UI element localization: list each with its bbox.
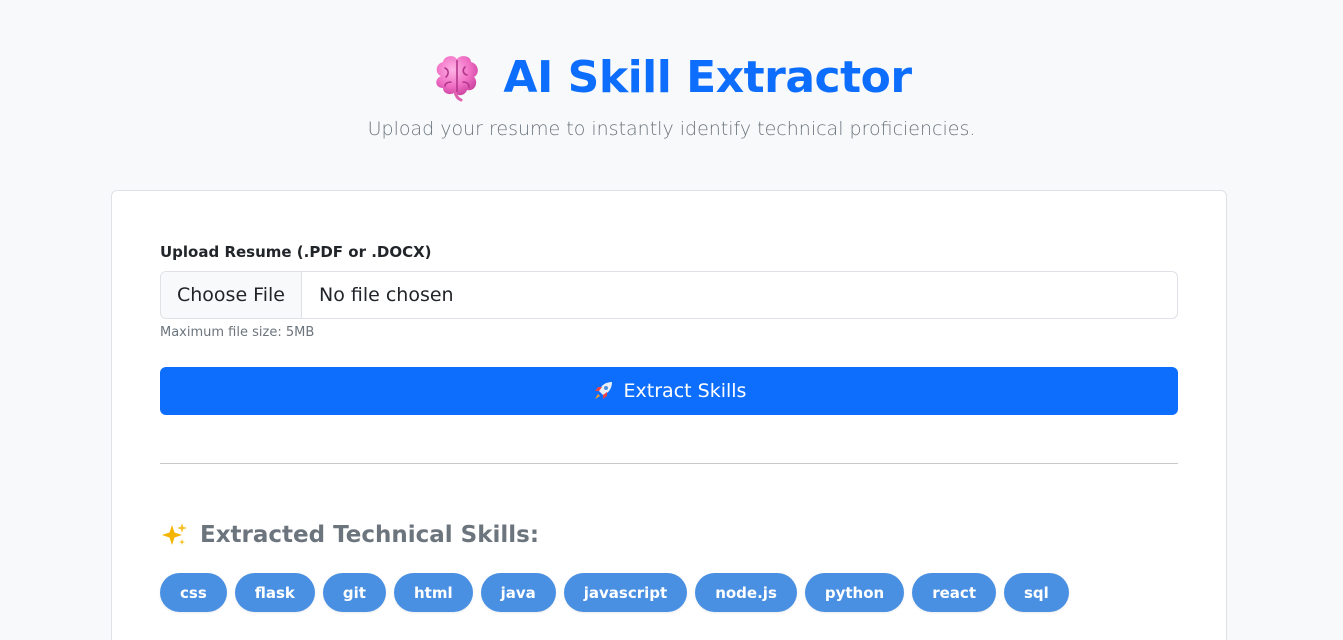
- skill-badge: python: [804, 573, 905, 612]
- page-header: AI Skill Extractor Upload your resume to…: [0, 46, 1343, 141]
- brain-icon: [431, 52, 483, 102]
- resume-file-input[interactable]: Choose File No file chosen: [160, 271, 1178, 319]
- file-status-text: No file chosen: [318, 284, 454, 306]
- skill-badge: css: [160, 573, 227, 612]
- skills-list: css flask git html java javascript node.…: [160, 573, 1069, 612]
- skill-badge: java: [480, 573, 556, 612]
- upload-card: Upload Resume (.PDF or .DOCX) Choose Fil…: [111, 190, 1227, 640]
- section-divider: [160, 463, 1178, 464]
- title-row: AI Skill Extractor: [0, 46, 1343, 108]
- skill-badge: react: [912, 573, 996, 612]
- sparkle-icon: [160, 521, 188, 549]
- extract-skills-label: Extract Skills: [623, 380, 747, 402]
- page-title: AI Skill Extractor: [503, 51, 912, 103]
- skill-badge: flask: [234, 573, 315, 612]
- choose-file-button[interactable]: Choose File: [161, 272, 302, 318]
- skill-badge: html: [393, 573, 473, 612]
- page-subtitle: Upload your resume to instantly identify…: [367, 118, 976, 140]
- extract-skills-button[interactable]: Extract Skills: [160, 367, 1178, 415]
- skill-badge: sql: [1004, 573, 1069, 612]
- rocket-icon: [592, 380, 614, 402]
- file-size-help: Maximum file size: 5MB: [160, 325, 315, 340]
- upload-label: Upload Resume (.PDF or .DOCX): [160, 243, 432, 261]
- skills-heading: Extracted Technical Skills:: [160, 521, 539, 549]
- skill-badge: git: [322, 573, 386, 612]
- skill-badge: javascript: [563, 573, 688, 612]
- skills-title: Extracted Technical Skills:: [200, 522, 540, 548]
- skill-badge: node.js: [695, 573, 797, 612]
